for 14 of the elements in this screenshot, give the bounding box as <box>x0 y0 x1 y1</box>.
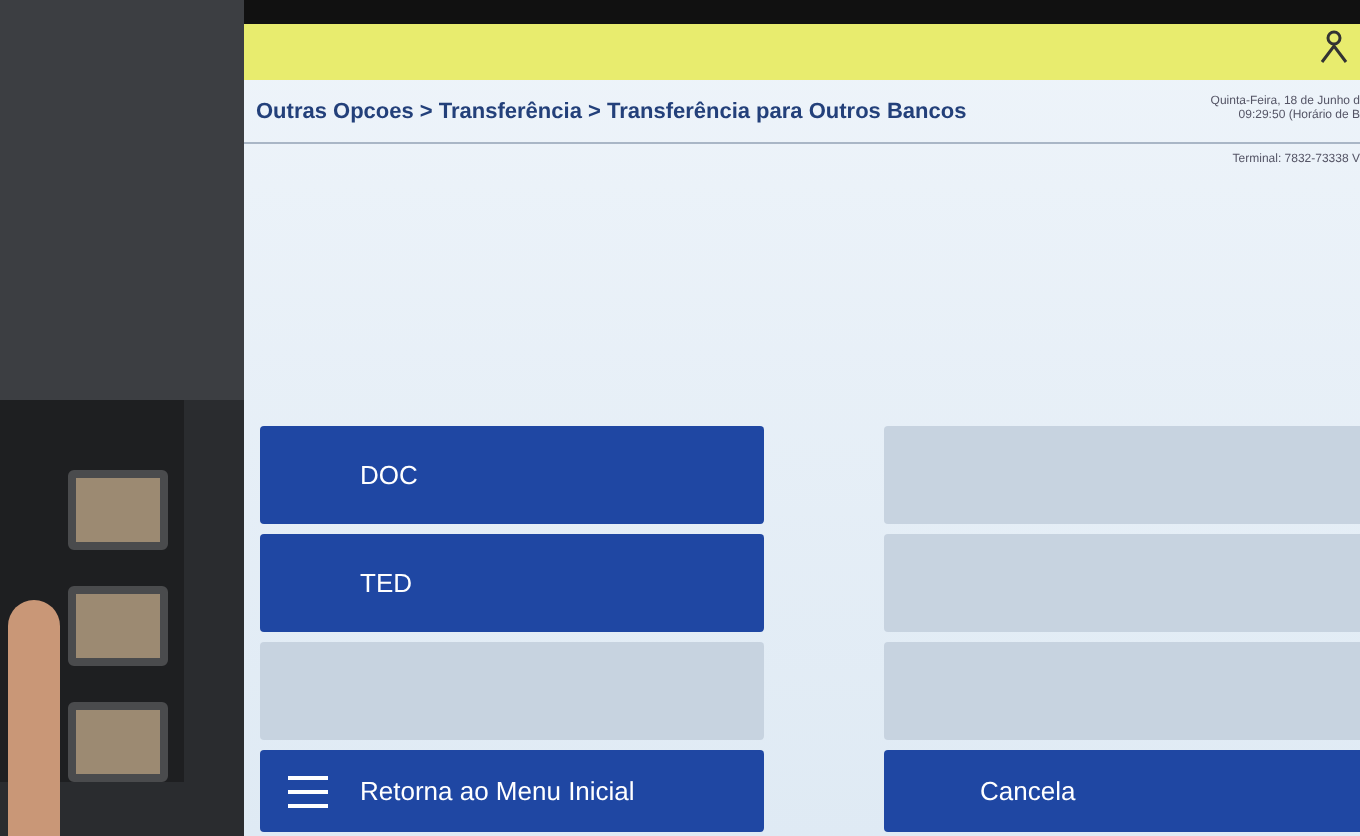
blank-option-button[interactable] <box>884 534 1360 632</box>
blank-option-button[interactable] <box>884 426 1360 524</box>
menu-icon <box>288 773 328 809</box>
blank-option-button[interactable] <box>260 642 764 740</box>
blank-option-button[interactable] <box>884 642 1360 740</box>
option-button[interactable]: DOC <box>260 426 764 524</box>
cancel-button[interactable]: Cancela <box>884 750 1360 832</box>
atm-key[interactable] <box>68 702 168 782</box>
breadcrumb: Outras Opcoes > Transferência > Transferência para Outros Bancos <box>256 98 967 128</box>
person-icon <box>1316 28 1352 64</box>
option-button[interactable]: TED <box>260 534 764 632</box>
atm-key[interactable] <box>68 586 168 666</box>
menu-button[interactable]: Retorna ao Menu Inicial <box>260 750 764 832</box>
atm-key[interactable] <box>68 470 168 550</box>
